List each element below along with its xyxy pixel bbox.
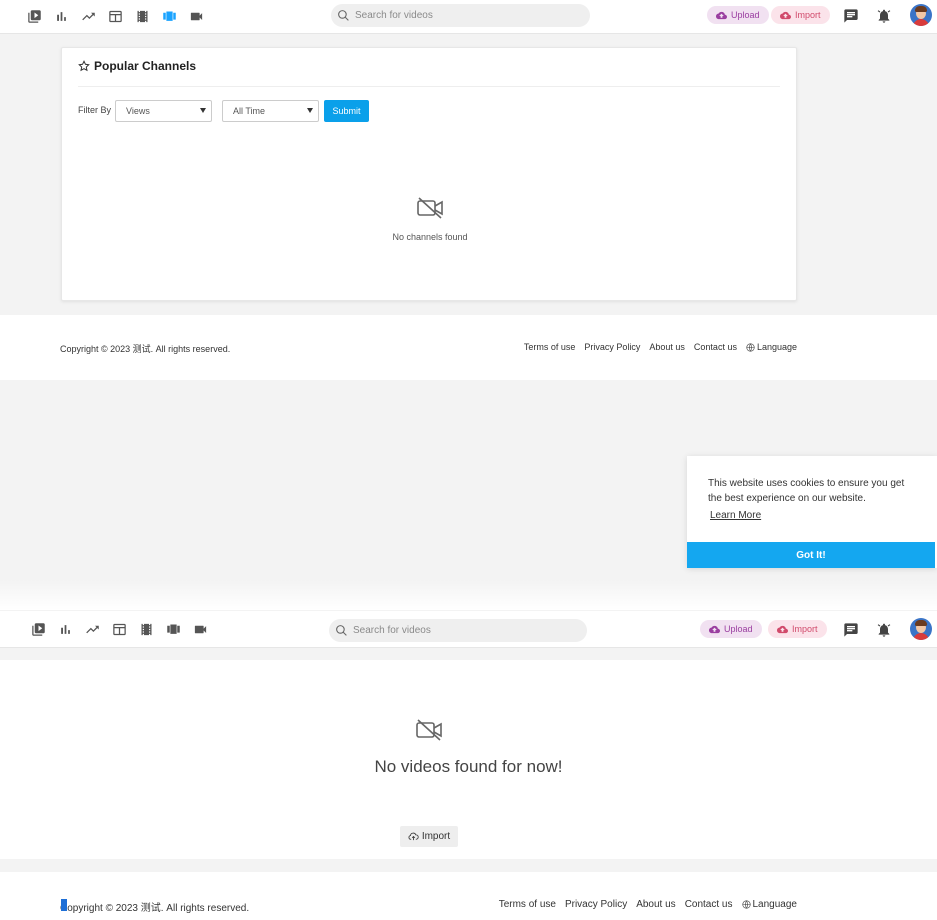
no-videos-text: No videos found for now! <box>374 757 563 776</box>
time-select[interactable]: All Time <box>222 100 319 122</box>
messages-icon[interactable] <box>843 8 859 24</box>
cloud-upload-icon <box>709 625 720 633</box>
footer-links: Terms of use Privacy Policy About us Con… <box>499 899 797 910</box>
language-selector[interactable]: Language <box>746 342 797 352</box>
sort-select-value: Views <box>126 106 150 116</box>
nav-icon-bar <box>28 611 210 647</box>
bar-chart-icon[interactable] <box>55 619 75 639</box>
cookie-banner: This website uses cookies to ensure you … <box>687 456 937 568</box>
privacy-link[interactable]: Privacy Policy <box>584 342 640 352</box>
popular-channels-title: Popular Channels <box>94 59 197 73</box>
language-selector[interactable]: Language <box>741 899 798 910</box>
layout-icon[interactable] <box>105 7 125 27</box>
no-channels-text: No channels found <box>392 232 468 242</box>
language-label: Language <box>752 899 798 910</box>
cloud-upload-icon <box>716 11 727 19</box>
cookie-accept-button[interactable]: Got It! <box>687 542 935 568</box>
privacy-link[interactable]: Privacy Policy <box>565 899 627 910</box>
film-icon[interactable] <box>136 619 156 639</box>
user-avatar[interactable] <box>910 618 932 640</box>
layout-icon[interactable] <box>109 619 129 639</box>
video-off-icon <box>416 196 444 220</box>
page-fade <box>0 580 937 610</box>
about-link[interactable]: About us <box>636 899 675 910</box>
card-title: Popular Channels <box>78 59 196 73</box>
footer: Copyright © 2023 测试. All rights reserved… <box>0 315 937 380</box>
nav-icon-bar <box>24 0 206 33</box>
copyright-text: Copyright © 2023 测试. All rights reserved… <box>60 903 250 914</box>
star-icon <box>78 60 90 72</box>
filter-by-label: Filter By <box>78 105 112 115</box>
trending-icon[interactable] <box>82 619 102 639</box>
sort-select[interactable]: Views <box>115 100 212 122</box>
terms-link[interactable]: Terms of use <box>524 342 576 352</box>
user-avatar[interactable] <box>910 4 932 26</box>
copyright-text: Copyright © 2023 测试. All rights reserved… <box>60 344 231 354</box>
about-link[interactable]: About us <box>649 342 685 352</box>
top-header: Upload Import <box>0 0 937 34</box>
cookie-message: This website uses cookies to ensure you … <box>708 478 905 504</box>
film-icon[interactable] <box>132 7 152 27</box>
import-label: Import <box>795 10 821 20</box>
channels-icon[interactable] <box>163 619 183 639</box>
bar-chart-icon[interactable] <box>51 7 71 27</box>
channels-icon[interactable] <box>159 7 179 27</box>
upload-label: Upload <box>724 624 753 634</box>
search-bar[interactable] <box>331 4 590 27</box>
cloud-upload-icon <box>408 832 419 841</box>
play-box-icon[interactable] <box>28 619 48 639</box>
footer-links: Terms of use Privacy Policy About us Con… <box>524 342 797 352</box>
submit-button[interactable]: Submit <box>324 100 369 122</box>
search-input[interactable] <box>355 10 575 21</box>
text-selection-cursor <box>61 899 67 911</box>
notifications-icon[interactable] <box>876 8 892 24</box>
divider <box>78 86 780 87</box>
import-button[interactable]: Import <box>768 620 827 638</box>
trending-icon[interactable] <box>78 7 98 27</box>
globe-icon <box>741 900 751 909</box>
import-videos-button[interactable]: Import <box>400 826 458 847</box>
contact-link[interactable]: Contact us <box>685 899 733 910</box>
search-bar[interactable] <box>329 619 587 642</box>
terms-link[interactable]: Terms of use <box>499 899 556 910</box>
import-videos-label: Import <box>421 831 451 842</box>
video-camera-icon[interactable] <box>186 7 206 27</box>
search-icon <box>338 10 349 21</box>
chevron-down-icon <box>307 108 313 113</box>
chevron-down-icon <box>200 108 206 113</box>
upload-label: Upload <box>731 10 760 20</box>
import-label: Import <box>792 624 818 634</box>
top-header-secondary: Upload Import <box>0 611 937 648</box>
cloud-import-icon <box>777 625 788 633</box>
search-input[interactable] <box>353 625 573 636</box>
language-label: Language <box>756 342 797 352</box>
cloud-import-icon <box>780 11 791 19</box>
contact-link[interactable]: Contact us <box>694 342 737 352</box>
video-camera-icon[interactable] <box>190 619 210 639</box>
import-button[interactable]: Import <box>771 6 830 24</box>
play-box-icon[interactable] <box>24 7 44 27</box>
notifications-icon[interactable] <box>876 622 892 638</box>
videos-section: No videos found for now! Import <box>0 660 937 859</box>
upload-button[interactable]: Upload <box>707 6 769 24</box>
popular-channels-card: Popular Channels Filter By Views All Tim… <box>61 47 797 301</box>
globe-icon <box>746 342 755 352</box>
search-icon <box>336 625 347 636</box>
upload-button[interactable]: Upload <box>700 620 762 638</box>
learn-more-link[interactable]: Learn More <box>710 510 761 521</box>
video-off-icon <box>415 718 443 742</box>
messages-icon[interactable] <box>843 622 859 638</box>
time-select-value: All Time <box>233 106 266 116</box>
footer-secondary: Copyright © 2023 测试. All rights reserved… <box>0 872 937 920</box>
